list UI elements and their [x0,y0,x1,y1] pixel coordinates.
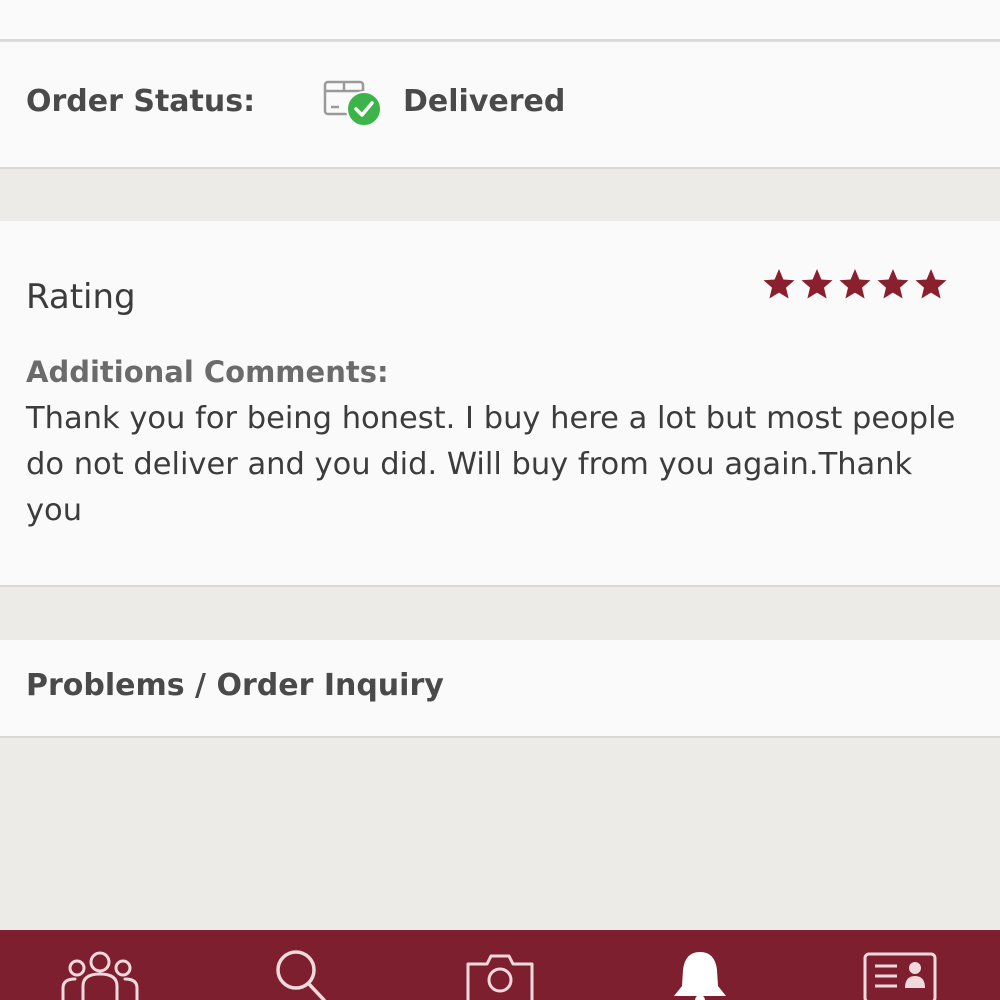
profile-card-icon [863,952,937,1000]
search-icon [276,950,326,1000]
camera-icon [466,954,534,1000]
bell-icon [674,952,726,1000]
rating-card: Rating Additional Comments: Thank you fo… [0,221,1000,587]
tab-community[interactable] [55,948,145,1000]
order-status-card: Order Status: Delivered [0,41,1000,169]
star-icon [839,269,871,299]
order-status-label: Order Status: [26,84,256,119]
tab-profile[interactable] [855,948,945,1000]
additional-comments-text: Thank you for being honest. I buy here a… [26,401,956,528]
additional-comments-label: Additional Comments: [26,355,389,389]
star-icon [763,269,795,299]
bottom-tab-bar [0,930,1000,1000]
star-icon [915,269,947,299]
problems-order-inquiry-row[interactable]: Problems / Order Inquiry [0,640,1000,738]
problems-order-inquiry-label: Problems / Order Inquiry [26,668,444,703]
tab-notifications[interactable] [655,948,745,1000]
rating-label: Rating [26,277,136,317]
star-icon [877,269,909,299]
star-icon [801,269,833,299]
people-icon [61,951,139,1000]
star-rating [762,267,948,301]
delivered-box-check-icon [322,74,384,130]
previous-section-card [0,0,1000,41]
order-detail-screen: Order Status: Delivered Rating Additiona… [0,0,1000,1000]
tab-search[interactable] [254,948,344,1000]
order-status-value: Delivered [403,84,566,119]
tab-camera[interactable] [455,948,545,1000]
